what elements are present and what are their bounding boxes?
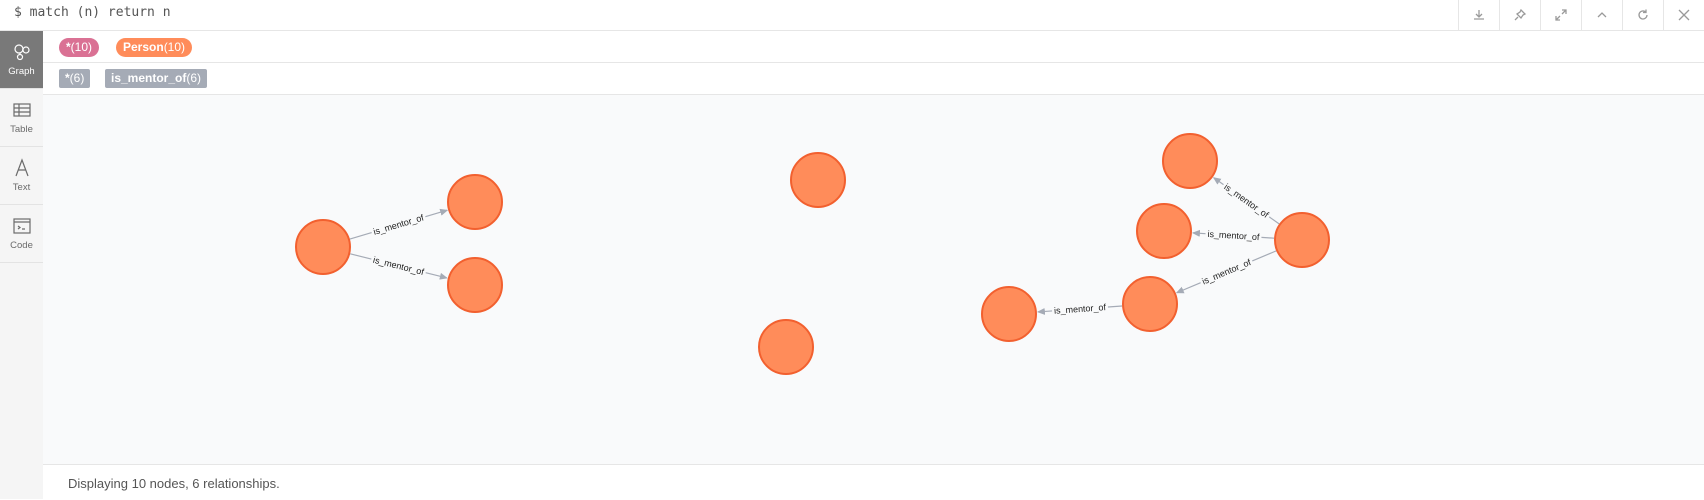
person-node[interactable] — [758, 319, 814, 375]
relationship-type-legend: *(6) is_mentor_of(6) — [43, 63, 1704, 95]
relationship-arrow[interactable] — [1191, 229, 1206, 237]
relationship-line[interactable] — [1268, 216, 1280, 225]
legend-rel-all[interactable]: *(6) — [59, 69, 91, 88]
query-bar: $ match (n) return n — [0, 0, 1704, 31]
legend-rel-is-mentor-of[interactable]: is_mentor_of(6) — [105, 69, 208, 88]
person-node[interactable] — [1136, 203, 1192, 259]
text-icon — [14, 158, 29, 177]
person-node[interactable] — [447, 257, 503, 313]
relationship-edge[interactable]: is_mentor_of — [350, 253, 448, 280]
pin-button[interactable] — [1499, 0, 1540, 30]
relationship-arrow[interactable] — [425, 208, 449, 218]
relationship-line[interactable] — [349, 232, 372, 240]
expand-icon — [1555, 9, 1567, 21]
download-button[interactable] — [1458, 0, 1499, 30]
node-label-legend: *(10) Person(10) — [43, 31, 1704, 63]
relationship-label: is_mentor_of — [372, 212, 425, 236]
sidebar-item-label: Text — [12, 182, 31, 193]
sidebar-item-label: Code — [10, 240, 33, 251]
relationship-line[interactable] — [1261, 236, 1275, 239]
close-icon — [1678, 9, 1690, 21]
relationship-label: is_mentor_of — [1207, 229, 1260, 242]
view-sidebar: Graph Table Text Code — [0, 31, 44, 499]
relationship-label: is_mentor_of — [1201, 257, 1253, 287]
table-icon — [12, 103, 31, 117]
graph-canvas[interactable]: is_mentor_of is_mentor_of is_mentor_of is_m… — [43, 95, 1704, 464]
relationship-edge[interactable]: is_mentor_of — [349, 208, 449, 240]
rerun-icon — [1638, 9, 1648, 20]
relationship-label: is_mentor_of — [1222, 182, 1271, 220]
sidebar-item-text[interactable]: Text — [0, 147, 43, 205]
relationship-arrow[interactable] — [1212, 177, 1224, 186]
legend-count: (6) — [69, 71, 85, 85]
status-bar: Displaying 10 nodes, 6 relationships. — [43, 464, 1704, 500]
graph-icon — [13, 44, 30, 61]
person-node[interactable] — [790, 152, 846, 208]
relationship-arrow[interactable] — [1175, 282, 1201, 294]
rerun-button[interactable] — [1622, 0, 1663, 30]
relationship-label: is_mentor_of — [1054, 302, 1107, 316]
relationship-label: is_mentor_of — [372, 255, 425, 277]
person-node[interactable] — [981, 286, 1037, 342]
legend-label: is_mentor_of — [111, 71, 187, 85]
person-node[interactable] — [1122, 276, 1178, 332]
person-node[interactable] — [447, 174, 503, 230]
graph-visualization[interactable]: is_mentor_of is_mentor_of is_mentor_of is_m… — [43, 95, 1704, 464]
relationship-line[interactable] — [1107, 305, 1123, 308]
person-node[interactable] — [295, 219, 351, 275]
close-frame-button[interactable] — [1663, 0, 1704, 30]
sidebar-item-label: Graph — [8, 66, 35, 77]
frame-actions — [1458, 0, 1704, 30]
person-node[interactable] — [1274, 212, 1330, 268]
relationship-arrow[interactable] — [1036, 307, 1053, 315]
pin-icon — [1514, 8, 1527, 21]
sidebar-item-table[interactable]: Table — [0, 89, 43, 147]
sidebar-item-graph[interactable]: Graph — [0, 31, 43, 89]
legend-label: Person — [123, 40, 164, 54]
legend-count: (10) — [70, 40, 93, 54]
fullscreen-button[interactable] — [1540, 0, 1581, 30]
person-node[interactable] — [1162, 133, 1218, 189]
sidebar-item-label: Table — [10, 124, 33, 135]
legend-count: (10) — [163, 40, 186, 54]
collapse-icon — [1597, 12, 1607, 18]
query-text[interactable]: $ match (n) return n — [14, 5, 171, 20]
collapse-button[interactable] — [1581, 0, 1622, 30]
relationship-line[interactable] — [350, 253, 372, 260]
relationship-line[interactable] — [1252, 250, 1277, 262]
status-text: Displaying 10 nodes, 6 relationships. — [68, 476, 280, 491]
relationship-edge[interactable]: is_mentor_of — [1175, 250, 1277, 294]
download-icon — [1474, 10, 1484, 20]
legend-node-person[interactable]: Person(10) — [116, 38, 193, 57]
relationship-edge[interactable]: is_mentor_of — [1191, 229, 1275, 242]
code-icon — [12, 218, 31, 234]
relationship-edge[interactable]: is_mentor_of — [1036, 302, 1123, 316]
sidebar-item-code[interactable]: Code — [0, 205, 43, 263]
legend-count: (6) — [186, 71, 202, 85]
relationship-arrow[interactable] — [425, 272, 448, 280]
relationship-edge[interactable]: is_mentor_of — [1212, 177, 1280, 225]
legend-node-all[interactable]: *(10) — [59, 38, 100, 57]
